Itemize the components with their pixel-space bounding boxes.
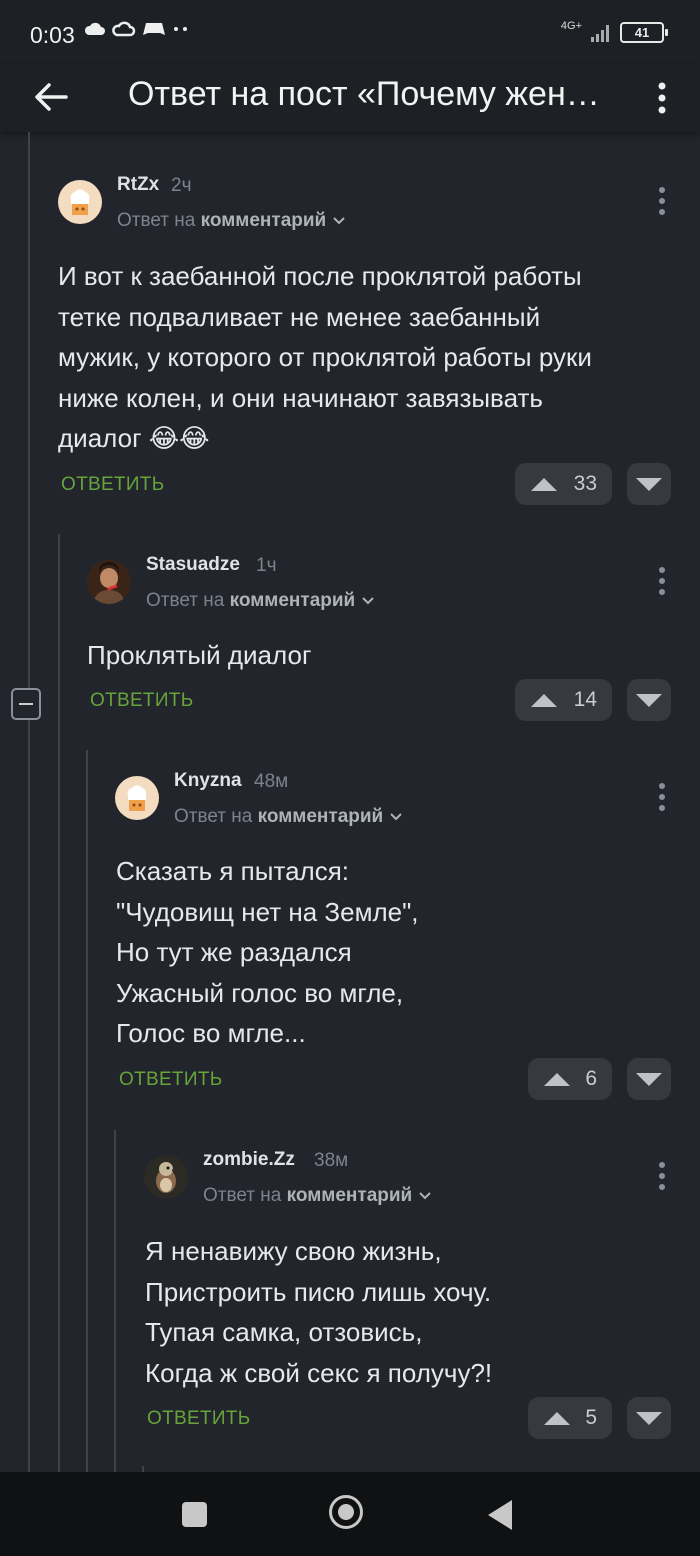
arrow-up-icon: [531, 694, 557, 707]
status-bar: 0:03 4G+ 41: [0, 0, 700, 64]
network-type: 4G+: [560, 19, 582, 32]
reply-button[interactable]: ОТВЕТИТЬ: [90, 690, 193, 712]
comment-time: 1ч: [256, 555, 277, 576]
downvote-button[interactable]: [627, 1058, 671, 1100]
comment-menu-icon[interactable]: [657, 782, 667, 812]
reply-to-prefix: Ответ на: [203, 1185, 282, 1206]
comment-author[interactable]: RtZx: [117, 174, 159, 196]
comment-body: И вот к заебанной после проклятой работы…: [58, 261, 592, 454]
comment-time: 48м: [254, 771, 289, 792]
downvote-button[interactable]: [627, 1397, 671, 1439]
status-time: 0:03: [30, 22, 75, 48]
upvote-button[interactable]: 5: [528, 1397, 612, 1439]
comment-time: 2ч: [171, 175, 192, 196]
vote-count: 33: [573, 472, 597, 495]
avatar[interactable]: [115, 776, 159, 820]
recent-apps-icon[interactable]: [182, 1502, 207, 1527]
cloud-icon: [84, 22, 105, 35]
gamepad-icon: [143, 23, 165, 35]
arrow-up-icon: [544, 1412, 570, 1425]
system-nav-bar: [0, 1472, 700, 1556]
back-triangle-icon[interactable]: [488, 1500, 512, 1530]
chevron-down-icon: [389, 813, 402, 821]
downvote-button[interactable]: [627, 679, 671, 721]
reply-to-target: комментарий: [257, 806, 384, 827]
chevron-down-icon: [332, 217, 345, 225]
upvote-button[interactable]: 33: [515, 463, 612, 505]
comment-author[interactable]: Knyzna: [174, 770, 242, 792]
comment-body: Проклятый диалог: [87, 640, 312, 670]
reply-to-prefix: Ответ на: [146, 590, 225, 611]
comment-author[interactable]: Stasuadze: [146, 554, 240, 576]
person-avatar-icon: [87, 560, 131, 604]
reply-to-link[interactable]: Ответ на комментарий: [174, 806, 403, 828]
collapse-thread-button[interactable]: [11, 688, 41, 720]
downvote-button[interactable]: [627, 463, 671, 505]
reply-to-link[interactable]: Ответ на комментарий: [146, 590, 375, 612]
overflow-menu-icon[interactable]: [652, 80, 672, 116]
bird-avatar-icon: [144, 1155, 188, 1199]
comment-menu-icon[interactable]: [657, 1161, 667, 1191]
arrow-down-icon: [636, 1073, 662, 1086]
reply-to-target: комментарий: [286, 1185, 413, 1206]
app-bar: Ответ на пост «Почему жен…: [0, 64, 700, 132]
chevron-down-icon: [361, 597, 374, 605]
chef-avatar-icon: [115, 776, 159, 820]
comment-body: Сказать я пытался: "Чудовищ нет на Земле…: [116, 856, 419, 1049]
avatar[interactable]: [58, 180, 102, 224]
reply-to-prefix: Ответ на: [117, 210, 196, 231]
arrow-down-icon: [636, 1412, 662, 1425]
reply-to-target: комментарий: [229, 590, 356, 611]
comment-body: Я ненавижу свою жизнь, Пристроить писю л…: [145, 1236, 493, 1388]
reply-button[interactable]: ОТВЕТИТЬ: [61, 474, 164, 496]
avatar[interactable]: [144, 1155, 188, 1199]
thread-line-level-2: [86, 750, 88, 1472]
upvote-button[interactable]: 14: [515, 679, 612, 721]
vote-count: 5: [585, 1406, 597, 1429]
home-icon[interactable]: [329, 1495, 363, 1529]
vote-count: 6: [585, 1067, 597, 1090]
thread-line-level-0: [28, 132, 30, 688]
battery-indicator: 41: [620, 22, 668, 43]
cloud-sync-icon: [112, 21, 136, 37]
thread-line-level-3: [114, 1130, 116, 1472]
comment-menu-icon[interactable]: [657, 186, 667, 216]
chevron-down-icon: [418, 1192, 431, 1200]
arrow-up-icon: [531, 478, 557, 491]
arrow-up-icon: [544, 1073, 570, 1086]
comment-time: 38м: [314, 1150, 349, 1171]
reply-to-prefix: Ответ на: [174, 806, 253, 827]
vote-count: 14: [573, 688, 597, 711]
reply-to-link[interactable]: Ответ на комментарий: [117, 210, 346, 232]
chef-avatar-icon: [58, 180, 102, 224]
reply-button[interactable]: ОТВЕТИТЬ: [119, 1069, 222, 1091]
comment-menu-icon[interactable]: [657, 566, 667, 596]
reply-to-link[interactable]: Ответ на комментарий: [203, 1185, 432, 1207]
page-title: Ответ на пост «Почему жен…: [128, 75, 600, 113]
arrow-down-icon: [636, 478, 662, 491]
reply-to-target: комментарий: [200, 210, 327, 231]
comment-author[interactable]: zombie.Zz: [203, 1149, 295, 1171]
status-notification-icons: [84, 20, 190, 38]
signal-icon: [591, 24, 609, 42]
upvote-button[interactable]: 6: [528, 1058, 612, 1100]
avatar[interactable]: [87, 560, 131, 604]
thread-line-level-1: [58, 534, 60, 1472]
thread-line-level-0b: [28, 720, 30, 1472]
more-notifications-icon: [174, 27, 187, 31]
arrow-down-icon: [636, 694, 662, 707]
back-arrow-icon[interactable]: [32, 78, 70, 116]
reply-button[interactable]: ОТВЕТИТЬ: [147, 1408, 250, 1430]
